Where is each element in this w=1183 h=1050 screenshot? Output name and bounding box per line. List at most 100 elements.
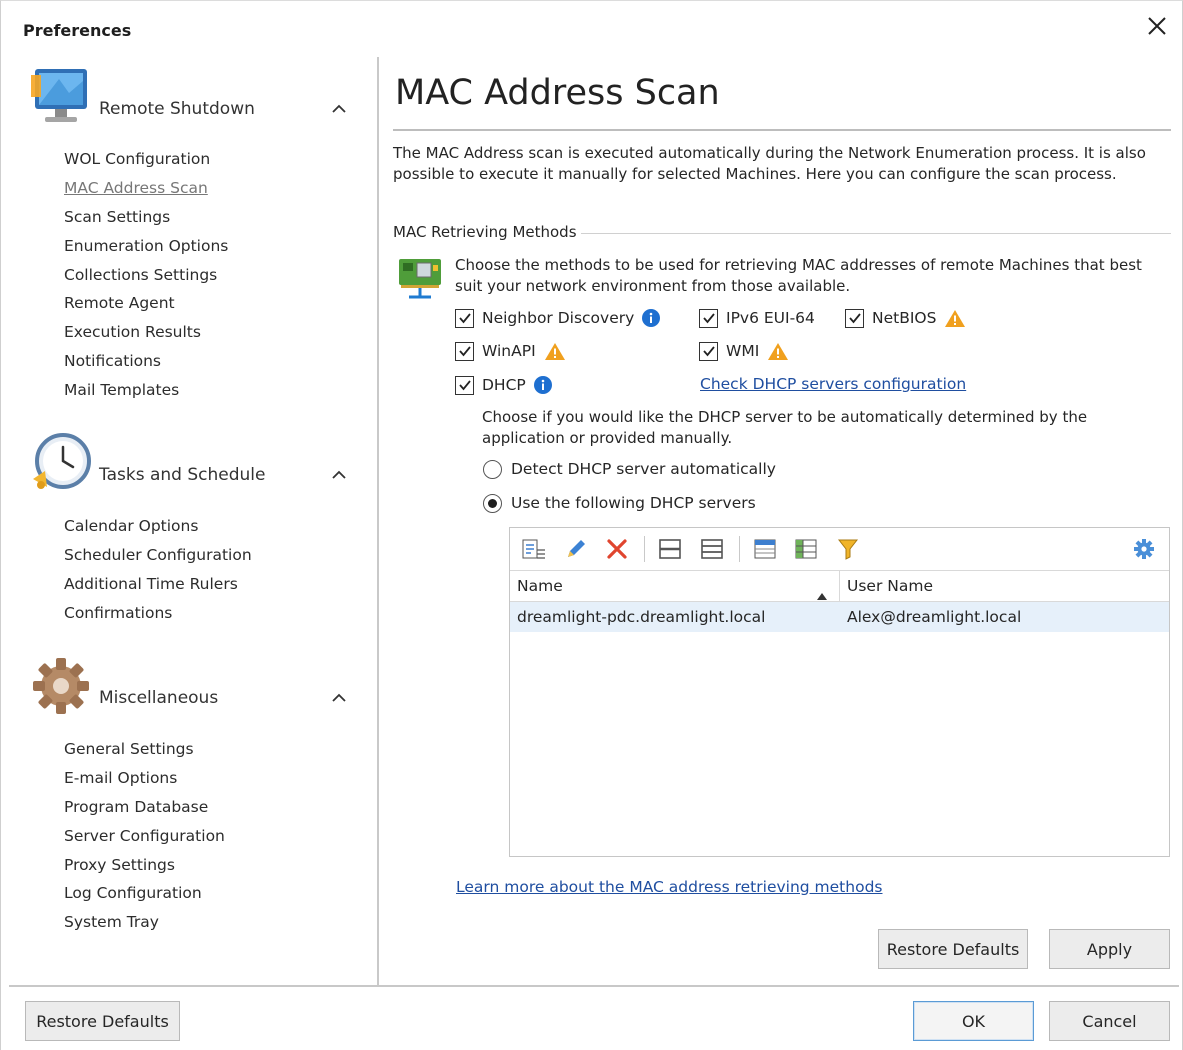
sidebar-item-execution-results[interactable]: Execution Results [64, 318, 228, 347]
nav-list-miscellaneous: General Settings E-mail Options Program … [64, 735, 225, 937]
edit-icon[interactable] [562, 535, 590, 563]
warning-icon[interactable] [767, 342, 789, 361]
checkbox-winapi[interactable]: WinAPI [455, 339, 566, 363]
section-label: MAC Retrieving Methods [393, 223, 581, 241]
checkbox-label: IPv6 EUI-64 [726, 309, 815, 327]
sidebar-item-notifications[interactable]: Notifications [64, 347, 228, 376]
preferences-window: Preferences Remote Shutdown WOL Configur… [0, 0, 1183, 1050]
toolbar-separator [739, 536, 740, 562]
chevron-up-icon[interactable] [331, 101, 347, 117]
title-bar: Preferences [1, 1, 1182, 59]
cell-user-name: Alex@dreamlight.local [847, 608, 1022, 626]
sidebar-item-additional-time-rulers[interactable]: Additional Time Rulers [64, 570, 252, 599]
checkbox-box[interactable] [699, 341, 718, 361]
group-panel-icon[interactable] [792, 535, 820, 563]
checkbox-dhcp[interactable]: DHCP [455, 373, 552, 397]
radio-circle[interactable] [483, 493, 502, 513]
sidebar-item-scheduler-configuration[interactable]: Scheduler Configuration [64, 541, 252, 570]
radio-use-following[interactable]: Use the following DHCP servers [483, 491, 756, 515]
add-icon[interactable] [520, 535, 548, 563]
checkbox-box[interactable] [455, 375, 474, 395]
restore-defaults-page-button[interactable]: Restore Defaults [878, 929, 1028, 969]
warning-icon[interactable] [944, 309, 966, 328]
radio-label: Use the following DHCP servers [511, 494, 756, 512]
delete-icon[interactable] [603, 535, 631, 563]
chevron-up-icon[interactable] [331, 690, 347, 706]
monitor-icon [29, 65, 93, 129]
sidebar-item-general-settings[interactable]: General Settings [64, 735, 225, 764]
ok-button[interactable]: OK [913, 1001, 1034, 1041]
restore-defaults-button[interactable]: Restore Defaults [25, 1001, 180, 1041]
checkbox-box[interactable] [699, 308, 718, 328]
sidebar-item-proxy-settings[interactable]: Proxy Settings [64, 851, 225, 880]
info-icon[interactable] [533, 376, 552, 394]
title-rule [393, 129, 1171, 131]
checkbox-box[interactable] [455, 308, 474, 328]
filter-icon[interactable] [834, 535, 862, 563]
info-icon[interactable] [642, 309, 661, 327]
table-row[interactable]: dreamlight-pdc.dreamlight.local Alex@dre… [510, 602, 1169, 632]
column-header-user-name[interactable]: User Name [840, 571, 1169, 601]
sidebar-item-mail-templates[interactable]: Mail Templates [64, 376, 228, 405]
settings-gear-icon[interactable] [1130, 535, 1158, 563]
radio-circle[interactable] [483, 459, 502, 479]
group-tasks-and-schedule[interactable]: Tasks and Schedule [29, 431, 369, 501]
expand-rows-icon[interactable] [698, 535, 726, 563]
sidebar-item-log-configuration[interactable]: Log Configuration [64, 879, 225, 908]
checkbox-neighbor-discovery[interactable]: Neighbor Discovery [455, 306, 661, 330]
checkbox-netbios[interactable]: NetBIOS [845, 306, 966, 330]
checkbox-label: DHCP [482, 376, 526, 394]
sidebar-item-program-database[interactable]: Program Database [64, 793, 225, 822]
check-dhcp-link[interactable]: Check DHCP servers configuration [700, 375, 966, 393]
clock-icon [29, 431, 93, 495]
group-title: Miscellaneous [99, 688, 219, 708]
collapse-rows-icon[interactable] [656, 535, 684, 563]
checkbox-box[interactable] [455, 341, 474, 361]
checkbox-wmi[interactable]: WMI [699, 339, 789, 363]
sidebar-item-system-tray[interactable]: System Tray [64, 908, 225, 937]
cancel-button[interactable]: Cancel [1049, 1001, 1170, 1041]
sidebar-item-confirmations[interactable]: Confirmations [64, 599, 252, 628]
cell-name: dreamlight-pdc.dreamlight.local [517, 608, 766, 626]
sidebar-item-server-configuration[interactable]: Server Configuration [64, 822, 225, 851]
apply-button[interactable]: Apply [1049, 929, 1170, 969]
window-title: Preferences [23, 21, 132, 40]
section-description: Choose the methods to be used for retrie… [455, 256, 1142, 295]
footer-divider [9, 985, 1179, 987]
sidebar-item-enumeration-options[interactable]: Enumeration Options [64, 232, 228, 261]
grid-header: Name User Name [510, 570, 1169, 602]
nav-list-tasks-and-schedule: Calendar Options Scheduler Configuration… [64, 512, 252, 628]
group-remote-shutdown[interactable]: Remote Shutdown [29, 65, 369, 135]
sidebar-item-mac-address-scan[interactable]: MAC Address Scan [64, 174, 228, 203]
group-miscellaneous[interactable]: Miscellaneous [29, 654, 369, 724]
checkbox-box[interactable] [845, 308, 864, 328]
grid-toolbar [510, 528, 1169, 570]
sidebar-item-email-options[interactable]: E-mail Options [64, 764, 225, 793]
group-title: Tasks and Schedule [99, 465, 266, 485]
sidebar-item-wol-configuration[interactable]: WOL Configuration [64, 145, 228, 174]
warning-icon[interactable] [544, 342, 566, 361]
toolbar-separator [644, 536, 645, 562]
sidebar-item-scan-settings[interactable]: Scan Settings [64, 203, 228, 232]
radio-detect-auto[interactable]: Detect DHCP server automatically [483, 457, 776, 481]
chevron-up-icon[interactable] [331, 467, 347, 483]
column-header-name[interactable]: Name [510, 571, 840, 601]
checkbox-label: WinAPI [482, 342, 536, 360]
checkbox-ipv6-eui64[interactable]: IPv6 EUI-64 [699, 306, 815, 330]
sidebar-divider [377, 57, 379, 985]
column-chooser-icon[interactable] [751, 535, 779, 563]
page-title: MAC Address Scan [395, 73, 720, 113]
dhcp-description: Choose if you would like the DHCP server… [482, 408, 1088, 447]
dhcp-servers-grid: Name User Name dreamlight-pdc.dreamlight… [509, 527, 1170, 857]
network-card-icon [395, 253, 445, 303]
sidebar-item-collections-settings[interactable]: Collections Settings [64, 261, 228, 290]
close-icon[interactable] [1146, 15, 1168, 37]
sidebar-item-calendar-options[interactable]: Calendar Options [64, 512, 252, 541]
checkbox-label: Neighbor Discovery [482, 309, 635, 327]
group-title: Remote Shutdown [99, 99, 255, 119]
page-description: The MAC Address scan is executed automat… [393, 144, 1146, 183]
sidebar-item-remote-agent[interactable]: Remote Agent [64, 289, 228, 318]
learn-more-link[interactable]: Learn more about the MAC address retriev… [456, 878, 882, 896]
checkbox-label: WMI [726, 342, 760, 360]
column-header-label: Name [517, 577, 563, 595]
